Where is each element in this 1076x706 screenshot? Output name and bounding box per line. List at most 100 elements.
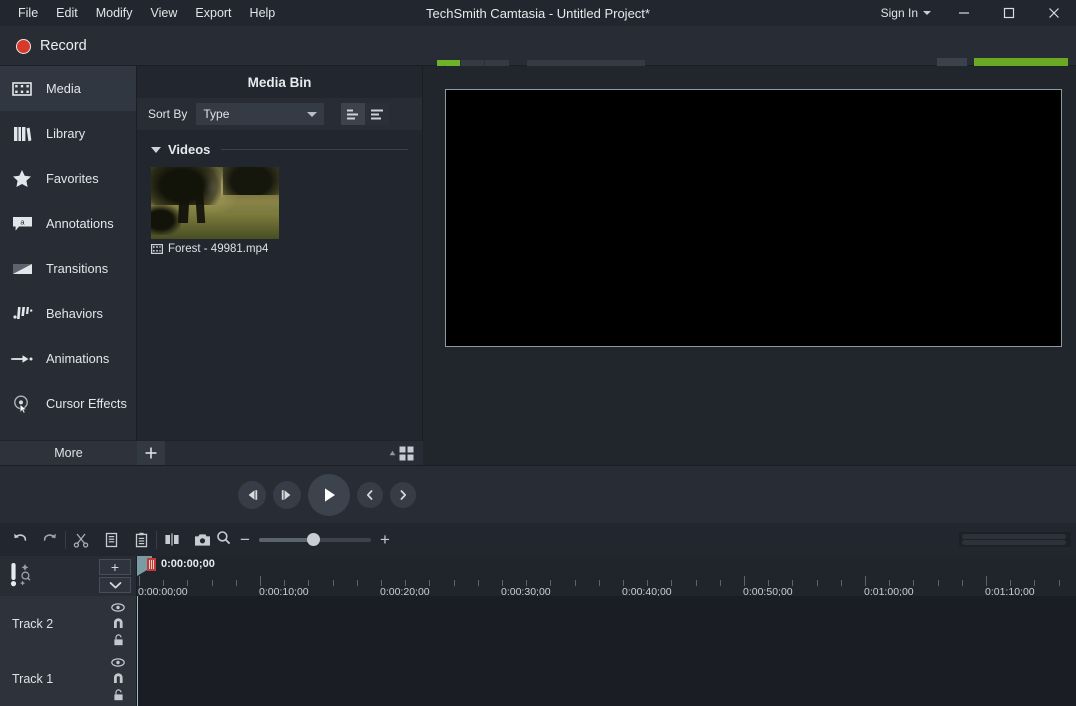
ruler-major-tick <box>260 576 261 586</box>
next-frame-button[interactable] <box>273 481 301 509</box>
record-circle-icon <box>16 38 31 54</box>
record-button[interactable]: Record <box>8 32 95 60</box>
scrollbar-thumb[interactable] <box>962 534 1066 539</box>
undo-button[interactable] <box>5 523 35 556</box>
track-header[interactable]: Track 2 <box>0 596 137 651</box>
plus-icon <box>145 447 157 459</box>
menu-item-view[interactable]: View <box>142 2 187 24</box>
sidebar-item-label: Favorites <box>46 171 99 186</box>
zoom-slider-handle[interactable] <box>306 532 320 546</box>
track-lane[interactable] <box>137 651 1076 706</box>
media-bin-panel: Media Bin Sort By Type Videos Forest - 4… <box>137 66 423 440</box>
add-media-button[interactable] <box>137 440 165 466</box>
transition-icon <box>11 258 33 280</box>
playhead-marker[interactable] <box>147 558 156 571</box>
sort-by-select[interactable]: Type <box>196 103 325 125</box>
triangle-down-icon <box>151 146 161 153</box>
menu-item-modify[interactable]: Modify <box>87 2 142 24</box>
undo-icon <box>14 533 27 541</box>
media-bin-sort-row: Sort By Type <box>137 98 422 130</box>
paste-button[interactable] <box>126 523 156 556</box>
media-bin-view-buttons <box>341 103 390 125</box>
timeline-zoom-slider[interactable] <box>258 532 371 546</box>
maximize-icon <box>1003 7 1014 19</box>
track-lock-icon[interactable] <box>111 688 125 701</box>
media-item[interactable]: Forest - 49981.mp4 <box>151 167 279 255</box>
track-header[interactable]: Track 1 <box>0 651 137 706</box>
menu-item-help[interactable]: Help <box>241 2 285 24</box>
minimize-button[interactable] <box>941 0 986 26</box>
window-controls: Sign In <box>871 0 1076 26</box>
copy-button[interactable] <box>96 523 126 556</box>
track-magnet-icon[interactable] <box>111 672 125 685</box>
ruler-time-label: 0:00:40;00 <box>622 586 672 596</box>
close-button[interactable] <box>1031 0 1076 26</box>
track-options-button[interactable] <box>99 577 131 593</box>
step-forward-button[interactable] <box>390 482 416 508</box>
step-back-button[interactable] <box>357 482 383 508</box>
sign-in-label: Sign In <box>880 6 918 20</box>
ruler-time-label: 0:00:20;00 <box>380 586 430 596</box>
sidebar-item-annotations[interactable]: a Annotations <box>0 201 136 246</box>
track-magnet-icon[interactable] <box>111 617 125 630</box>
track-lane[interactable] <box>137 596 1076 651</box>
sidebar-item-media[interactable]: Media <box>0 66 136 111</box>
zoom-out-button[interactable]: − <box>240 531 250 548</box>
title-bar: File Edit Modify View Export Help TechSm… <box>0 0 1076 26</box>
close-icon <box>1048 8 1059 18</box>
copy-icon <box>105 532 117 547</box>
track-name: Track 2 <box>12 616 54 631</box>
track-visibility-icon[interactable] <box>111 656 125 669</box>
sidebar-item-cursor-effects[interactable]: Cursor Effects <box>0 381 136 426</box>
list-view-button[interactable] <box>365 103 390 125</box>
redo-button[interactable] <box>35 523 65 556</box>
sidebar-item-label: Transitions <box>46 261 109 276</box>
track-row: Track 2 <box>0 596 1076 651</box>
sidebar-more-button[interactable]: More <box>0 440 137 465</box>
menu-item-export[interactable]: Export <box>186 2 240 24</box>
cursor-effects-icon <box>11 393 33 415</box>
chevron-left-icon <box>366 490 373 500</box>
track-icon-group <box>111 656 125 701</box>
maximize-button[interactable] <box>986 0 1031 26</box>
timeline-ruler[interactable]: 0:00:00;00 0:00:10;00 0:00:20;00 0:00:30;00… <box>137 556 1076 596</box>
sidebar-item-label: Behaviors <box>46 306 103 321</box>
ruler-time-label: 0:01:10;00 <box>985 586 1035 596</box>
behaviors-icon <box>11 303 33 325</box>
sidebar-item-library[interactable]: Library <box>0 111 136 156</box>
camtasia-window: File Edit Modify View Export Help TechSm… <box>0 0 1076 706</box>
detail-view-button[interactable] <box>341 103 366 125</box>
scrollbar-thumb[interactable] <box>962 540 1066 545</box>
star-icon <box>11 168 33 190</box>
magnifier-icon[interactable] <box>216 530 231 550</box>
track-visibility-icon[interactable] <box>111 601 125 614</box>
thumbnail-foliage <box>151 205 181 235</box>
magnet-toggle[interactable] <box>8 561 38 596</box>
track-lock-icon[interactable] <box>111 633 125 646</box>
timeline-horizontal-scrollbar[interactable] <box>959 532 1071 547</box>
sidebar-item-favorites[interactable]: Favorites <box>0 156 136 201</box>
zoom-in-button[interactable]: + <box>380 531 390 548</box>
grid-view-toggle[interactable] <box>389 446 423 461</box>
previous-frame-button[interactable] <box>238 481 266 509</box>
menu-item-file[interactable]: File <box>9 2 47 24</box>
split-button[interactable] <box>157 523 187 556</box>
play-button[interactable] <box>308 474 350 516</box>
screenshot-button[interactable] <box>187 523 217 556</box>
add-track-button[interactable]: + <box>99 559 131 575</box>
triangle-up-icon <box>389 450 396 456</box>
sidebar-item-transitions[interactable]: Transitions <box>0 246 136 291</box>
sidebar-item-behaviors[interactable]: Behaviors <box>0 291 136 336</box>
media-group-header-videos[interactable]: Videos <box>137 130 422 157</box>
menu-item-edit[interactable]: Edit <box>47 2 87 24</box>
preview-canvas[interactable] <box>445 89 1062 347</box>
scissors-icon <box>73 533 89 548</box>
timeline-toolbar-buttons <box>5 523 217 556</box>
sidebar-item-animations[interactable]: Animations <box>0 336 136 381</box>
cut-button[interactable] <box>66 523 96 556</box>
sign-in-button[interactable]: Sign In <box>871 2 941 24</box>
sidebar-item-label: Media <box>46 81 81 96</box>
ruler-labels: 0:00:00;00 0:00:10;00 0:00:20;00 0:00:30;00… <box>137 586 1076 596</box>
timeline-zoom-controls: − + <box>216 523 390 556</box>
sort-by-value: Type <box>203 107 230 121</box>
